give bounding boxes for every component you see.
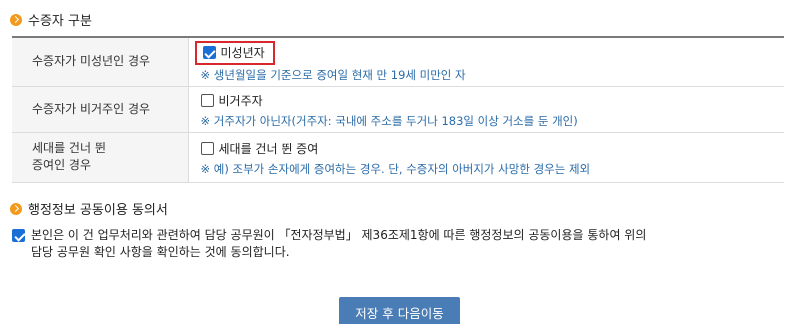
section-title-recipient-type: 수증자 구분 <box>10 10 92 29</box>
generation-skip-note: ※ 예) 조부가 손자에게 증여하는 경우. 단, 수증자의 아버지가 사망한 … <box>200 162 591 176</box>
orange-bullet-icon <box>10 202 22 215</box>
minor-checkbox[interactable] <box>202 46 216 60</box>
section-title-text: 행정정보 공동이용 동의서 <box>28 203 168 218</box>
nonresident-checkbox[interactable] <box>200 93 214 107</box>
row-label-line2: 증여인 경우 <box>32 158 92 172</box>
minor-option-label: 미성년자 <box>220 46 265 61</box>
row-label-line1: 세대를 건너 뛴 <box>32 141 106 155</box>
section-title-text: 수증자 구분 <box>28 14 92 29</box>
consent-text-line2: 담당 공무원 확인 사항을 확인하는 것에 동의합니다. <box>31 245 290 259</box>
consent-text-line1: 본인은 이 건 업무처리와 관련하여 담당 공무원이 「전자정부법」 제36조제… <box>31 228 647 242</box>
save-and-next-button[interactable]: 저장 후 다음이동 <box>339 297 460 324</box>
consent-agreement: 본인은 이 건 업무처리와 관련하여 담당 공무원이 「전자정부법」 제36조제… <box>12 227 712 261</box>
consent-checkbox[interactable] <box>12 229 25 242</box>
minor-note: ※ 생년월일을 기준으로 증여일 현재 만 19세 미만인 자 <box>200 67 466 82</box>
table-row-nonresident: 수증자가 비거주인 경우 비거주자 ※ 거주자가 아닌자(거주자: 국내에 주소… <box>12 86 784 133</box>
generation-skip-option-label: 세대를 건너 뛴 증여 <box>218 141 319 156</box>
generation-skip-checkbox-option[interactable]: 세대를 건너 뛴 증여 <box>200 137 319 159</box>
recipient-type-table: 수증자가 미성년인 경우 미성년자 ※ 생년월일을 기준으로 증여일 현재 만 … <box>12 36 784 183</box>
orange-bullet-icon <box>10 13 22 26</box>
nonresident-option-label: 비거주자 <box>218 93 263 108</box>
nonresident-note: ※ 거주자가 아닌자(거주자: 국내에 주소를 두거나 183일 이상 거소를 … <box>200 114 578 128</box>
row-label: 세대를 건너 뛴 증여인 경우 <box>12 132 189 183</box>
section-title-consent: 행정정보 공동이용 동의서 <box>10 199 168 218</box>
table-row-generation-skip: 세대를 건너 뛴 증여인 경우 세대를 건너 뛴 증여 ※ 예) 조부가 손자에… <box>12 132 784 183</box>
table-row-minor: 수증자가 미성년인 경우 미성년자 ※ 생년월일을 기준으로 증여일 현재 만 … <box>12 37 784 87</box>
minor-checkbox-option[interactable]: 미성년자 <box>194 40 275 65</box>
row-label: 수증자가 미성년인 경우 <box>12 37 189 87</box>
row-label: 수증자가 비거주인 경우 <box>12 86 189 133</box>
generation-skip-checkbox[interactable] <box>200 141 214 155</box>
nonresident-checkbox-option[interactable]: 비거주자 <box>200 89 263 111</box>
